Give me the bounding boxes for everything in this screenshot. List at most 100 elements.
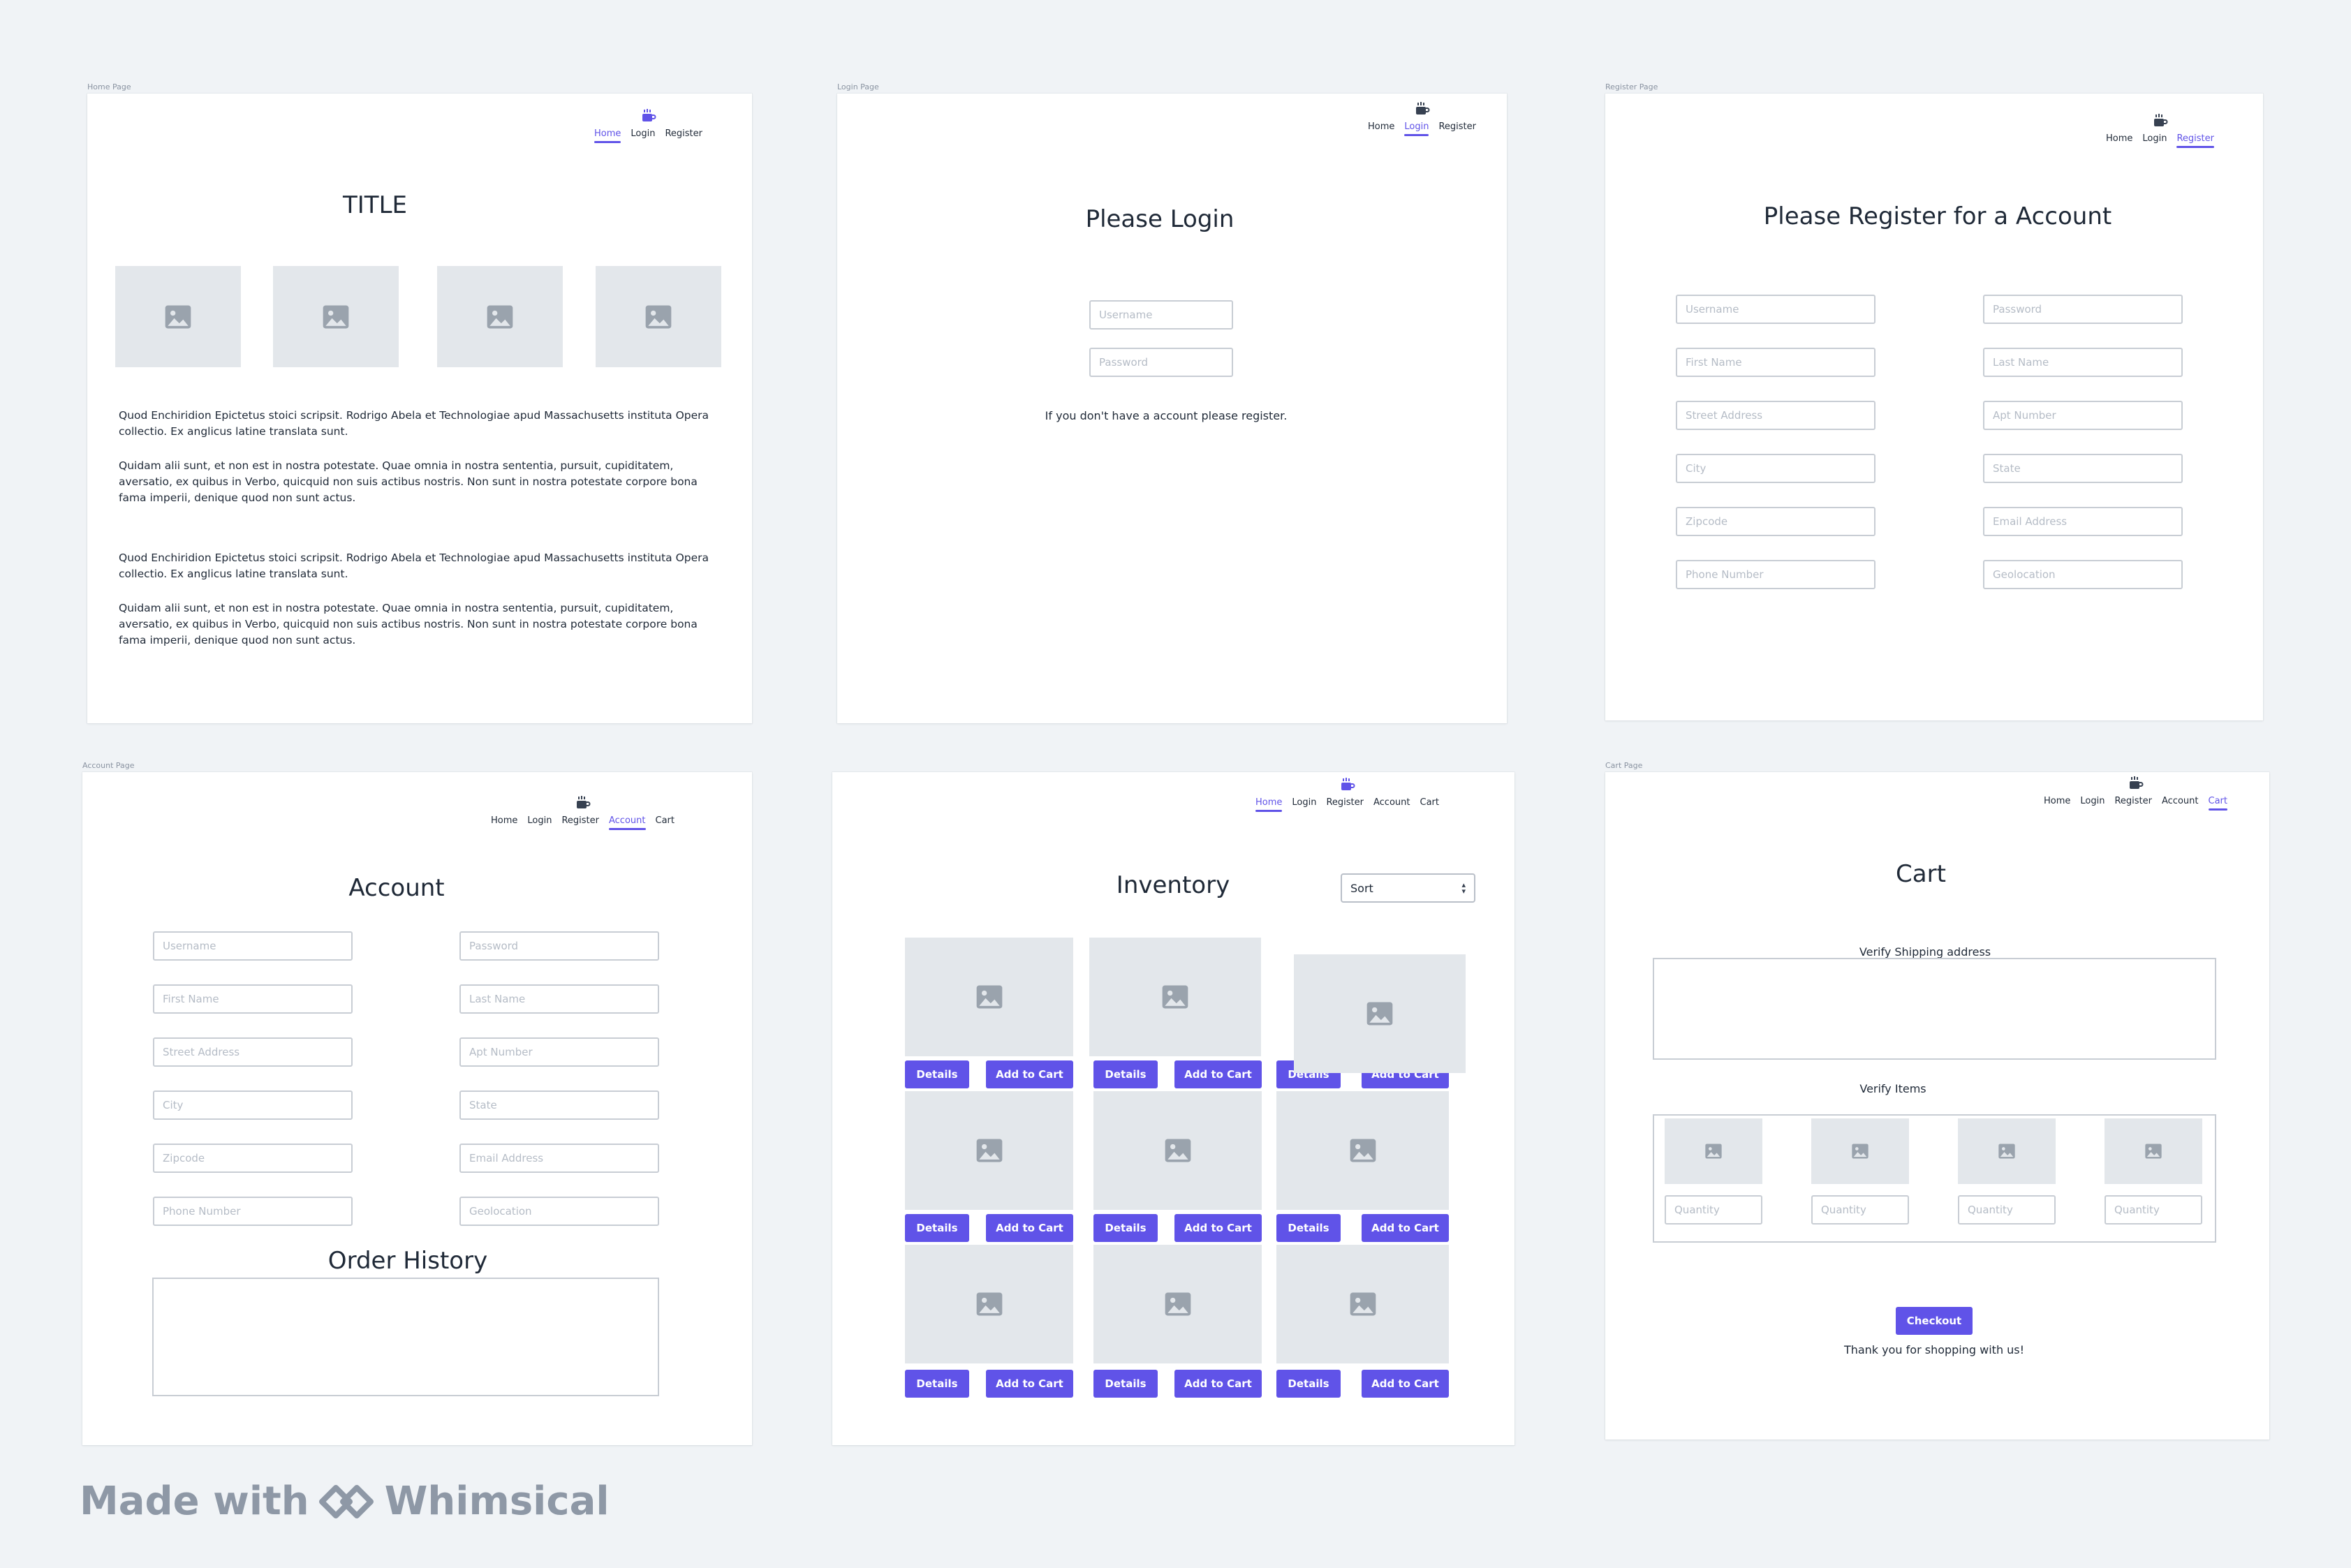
cart-page-frame: Home Login Register Account Cart Cart Ve… (1605, 772, 2269, 1440)
nav-register[interactable]: Register (1438, 121, 1476, 136)
street-address-input[interactable]: Street Address (153, 1037, 353, 1067)
sort-chevron-icon: ▴ ▾ (1461, 880, 1466, 896)
nav-register[interactable]: Register (665, 128, 702, 143)
quantity-input[interactable]: Quantity (1958, 1195, 2056, 1225)
nav-register[interactable]: Register (1326, 797, 1364, 812)
details-button[interactable]: Details (905, 1060, 969, 1088)
nav-login[interactable]: Login (631, 128, 655, 143)
image-placeholder (273, 266, 399, 367)
nav-login[interactable]: Login (527, 815, 552, 830)
nav-cart[interactable]: Cart (656, 815, 675, 830)
sort-select[interactable]: Sort ▴ ▾ (1341, 873, 1475, 903)
image-icon (1998, 1144, 2015, 1159)
phone-number-input[interactable]: Phone Number (1676, 560, 1875, 589)
details-button[interactable]: Details (905, 1214, 969, 1242)
last-name-input[interactable]: Last Name (1983, 348, 2183, 377)
nav-home[interactable]: Home (1255, 797, 1283, 812)
coffee-cup-icon (2129, 776, 2143, 789)
account-nav: Home Login Register Account Cart (491, 794, 675, 830)
geolocation-input[interactable]: Geolocation (1983, 560, 2183, 589)
details-button[interactable]: Details (1093, 1060, 1158, 1088)
add-to-cart-button[interactable]: Add to Cart (1174, 1214, 1262, 1242)
frame-label-register: Register Page (1605, 82, 1658, 91)
password-input[interactable]: Password (1089, 348, 1233, 377)
details-button[interactable]: Details (1276, 1370, 1341, 1398)
quantity-input[interactable]: Quantity (1811, 1195, 1909, 1225)
email-address-input[interactable]: Email Address (1983, 507, 2183, 536)
nav-home[interactable]: Home (594, 128, 621, 143)
password-input[interactable]: Password (1983, 295, 2183, 324)
checkout-button[interactable]: Checkout (1896, 1307, 1973, 1335)
add-to-cart-button[interactable]: Add to Cart (1362, 1370, 1449, 1398)
username-input[interactable]: Username (153, 931, 353, 961)
nav-login[interactable]: Login (1292, 797, 1316, 812)
apt-number-input[interactable]: Apt Number (459, 1037, 659, 1067)
login-page-frame: Home Login Register Please Login Usernam… (837, 94, 1507, 723)
details-button[interactable]: Details (1276, 1214, 1341, 1242)
details-button[interactable]: Details (905, 1370, 969, 1398)
street-address-input[interactable]: Street Address (1676, 401, 1875, 430)
home-nav: Home Login Register (594, 108, 702, 143)
nav-account[interactable]: Account (2162, 796, 2199, 811)
state-input[interactable]: State (1983, 454, 2183, 483)
shipping-address-box[interactable] (1653, 958, 2216, 1060)
first-name-input[interactable]: First Name (153, 984, 353, 1014)
image-icon (645, 305, 672, 328)
nav-account[interactable]: Account (1373, 797, 1410, 812)
city-input[interactable]: City (1676, 454, 1875, 483)
nav-home[interactable]: Home (2044, 796, 2070, 811)
nav-login[interactable]: Login (2142, 133, 2167, 148)
frame-label-cart: Cart Page (1605, 761, 1643, 770)
coffee-cup-icon (642, 109, 656, 121)
add-to-cart-button[interactable]: Add to Cart (1174, 1060, 1262, 1088)
watermark-brand: Whimsical (384, 1479, 610, 1524)
coffee-cup-icon (576, 796, 590, 808)
email-address-input[interactable]: Email Address (459, 1144, 659, 1173)
nav-register[interactable]: Register (2114, 796, 2152, 811)
quantity-input[interactable]: Quantity (1665, 1195, 1762, 1225)
details-button[interactable]: Details (1093, 1370, 1158, 1398)
page-title: Inventory (1116, 871, 1230, 899)
nav-login[interactable]: Login (2080, 796, 2105, 811)
first-name-input[interactable]: First Name (1676, 348, 1875, 377)
state-input[interactable]: State (459, 1090, 659, 1120)
nav-cart[interactable]: Cart (1420, 797, 1440, 812)
nav-login[interactable]: Login (1404, 121, 1429, 136)
login-nav: Home Login Register (1368, 101, 1476, 136)
phone-number-input[interactable]: Phone Number (153, 1197, 353, 1226)
zipcode-input[interactable]: Zipcode (1676, 507, 1875, 536)
add-to-cart-button[interactable]: Add to Cart (1362, 1214, 1449, 1242)
whimsical-watermark[interactable]: Made with Whimsical (80, 1479, 610, 1524)
body-paragraph: Quod Enchiridion Epictetus stoici scrips… (119, 552, 709, 580)
nav-cart[interactable]: Cart (2208, 796, 2227, 811)
image-icon (976, 1292, 1002, 1316)
add-to-cart-button[interactable]: Add to Cart (986, 1370, 1073, 1398)
page-title: Cart (1896, 860, 1946, 888)
nav-home[interactable]: Home (491, 815, 517, 830)
apt-number-input[interactable]: Apt Number (1983, 401, 2183, 430)
nav-home[interactable]: Home (2106, 133, 2132, 148)
password-input[interactable]: Password (459, 931, 659, 961)
image-icon (1162, 985, 1188, 1009)
image-placeholder (115, 266, 241, 367)
quantity-input[interactable]: Quantity (2105, 1195, 2202, 1225)
geolocation-input[interactable]: Geolocation (459, 1197, 659, 1226)
username-input[interactable]: Username (1089, 300, 1233, 330)
add-to-cart-button[interactable]: Add to Cart (986, 1214, 1073, 1242)
nav-home[interactable]: Home (1368, 121, 1394, 136)
image-icon (165, 305, 191, 328)
body-paragraph: Quidam alii sunt, et non est in nostra p… (119, 602, 698, 646)
details-button[interactable]: Details (1093, 1214, 1158, 1242)
image-placeholder (596, 266, 721, 367)
nav-account[interactable]: Account (609, 815, 646, 830)
last-name-input[interactable]: Last Name (459, 984, 659, 1014)
city-input[interactable]: City (153, 1090, 353, 1120)
add-to-cart-button[interactable]: Add to Cart (986, 1060, 1073, 1088)
zipcode-input[interactable]: Zipcode (153, 1144, 353, 1173)
thank-you-message: Thank you for shopping with us! (1843, 1343, 2025, 1356)
nav-register[interactable]: Register (2176, 133, 2214, 148)
nav-register[interactable]: Register (561, 815, 599, 830)
register-nav: Home Login Register (2106, 112, 2214, 148)
username-input[interactable]: Username (1676, 295, 1875, 324)
add-to-cart-button[interactable]: Add to Cart (1174, 1370, 1262, 1398)
